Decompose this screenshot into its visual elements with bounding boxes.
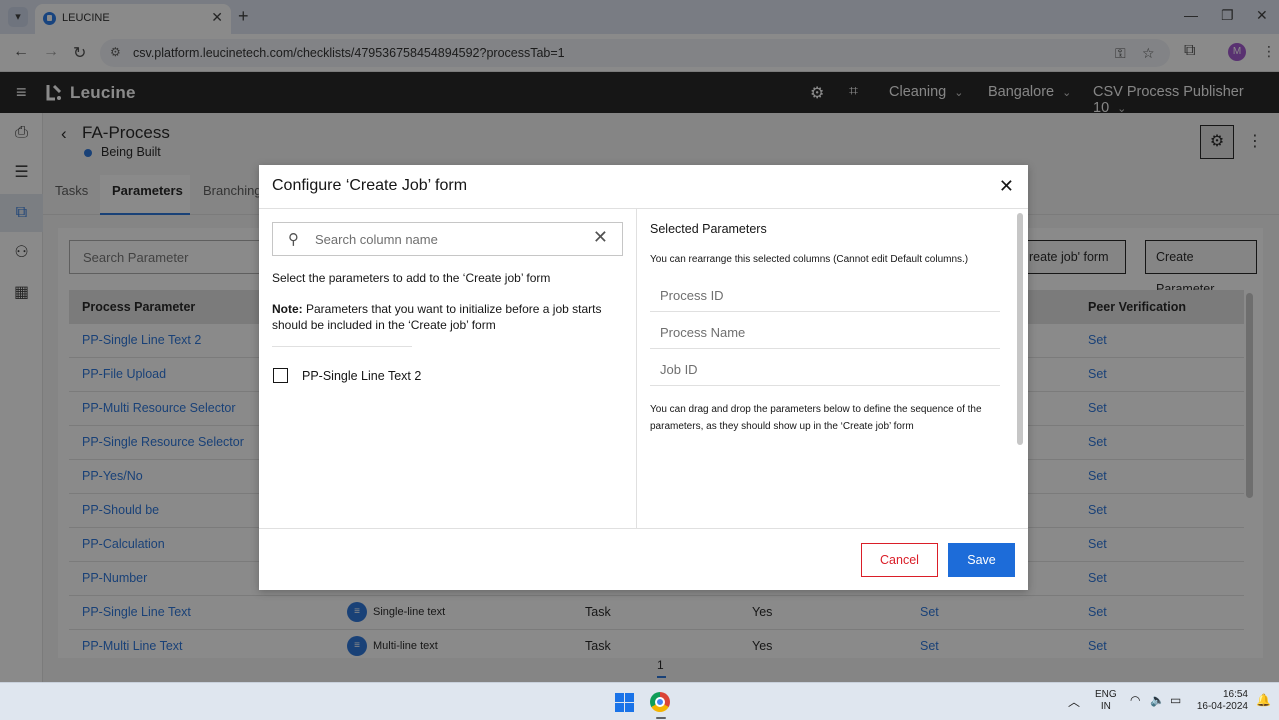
language-code: ENG: [1095, 689, 1117, 700]
note-text: Note: Parameters that you want to initia…: [272, 301, 622, 333]
configure-create-job-modal: Configure ‘Create Job’ form ✕ ⚲ ✕ Select…: [259, 165, 1028, 590]
show-hidden-icons-chevron-icon[interactable]: ︿: [1068, 693, 1080, 710]
column-divider: [636, 209, 637, 528]
note-body: Parameters that you want to initialize b…: [272, 302, 602, 332]
active-app-indicator: [656, 717, 666, 719]
windows-start-icon[interactable]: [615, 693, 634, 712]
modal-scrollbar[interactable]: [1017, 213, 1023, 445]
default-column-item: Job ID: [650, 349, 1000, 386]
selected-parameters-title: Selected Parameters: [650, 222, 767, 236]
clear-search-icon[interactable]: ✕: [593, 227, 608, 248]
parameter-checkbox[interactable]: [273, 368, 288, 383]
system-clock[interactable]: 16:54 16-04-2024: [1196, 689, 1248, 713]
column-search-box: ⚲ ✕: [272, 222, 623, 256]
clock-date: 16-04-2024: [1196, 701, 1248, 712]
modal-title: Configure ‘Create Job’ form: [272, 177, 468, 194]
selected-parameters-subtitle: You can rearrange this selected columns …: [650, 254, 969, 265]
default-column-label: Process ID: [660, 288, 724, 303]
chrome-taskbar-icon[interactable]: [650, 692, 670, 712]
notifications-bell-icon[interactable]: 🔔: [1256, 693, 1271, 707]
parameter-option-label[interactable]: PP-Single Line Text 2: [302, 369, 421, 383]
region-code: IN: [1100, 701, 1111, 712]
save-button[interactable]: Save: [948, 543, 1015, 577]
clock-time: 16:54: [1222, 689, 1248, 700]
input-language-indicator[interactable]: ENG IN: [1095, 689, 1117, 713]
wifi-icon[interactable]: ◠: [1130, 693, 1140, 707]
modal-footer-divider: [259, 528, 1028, 529]
search-icon: ⚲: [288, 231, 299, 248]
battery-icon[interactable]: ▭: [1170, 693, 1181, 707]
column-search-input[interactable]: [315, 229, 585, 249]
note-label: Note:: [272, 302, 303, 316]
default-column-item: Process Name: [650, 312, 1000, 349]
default-column-item: Process ID: [650, 275, 1000, 312]
modal-close-icon[interactable]: ✕: [999, 176, 1014, 197]
note-divider: [272, 346, 412, 347]
cancel-button[interactable]: Cancel: [861, 543, 938, 577]
drag-drop-instruction: You can drag and drop the parameters bel…: [650, 404, 982, 432]
modal-header-divider: [259, 208, 1028, 209]
select-parameters-instruction: Select the parameters to add to the ‘Cre…: [272, 271, 551, 285]
volume-icon[interactable]: 🔈: [1150, 693, 1165, 707]
default-column-label: Job ID: [660, 362, 698, 377]
os-taskbar: ︿ ENG IN ◠ 🔈 ▭ 16:54 16-04-2024 🔔: [0, 682, 1279, 720]
default-column-label: Process Name: [660, 325, 746, 340]
